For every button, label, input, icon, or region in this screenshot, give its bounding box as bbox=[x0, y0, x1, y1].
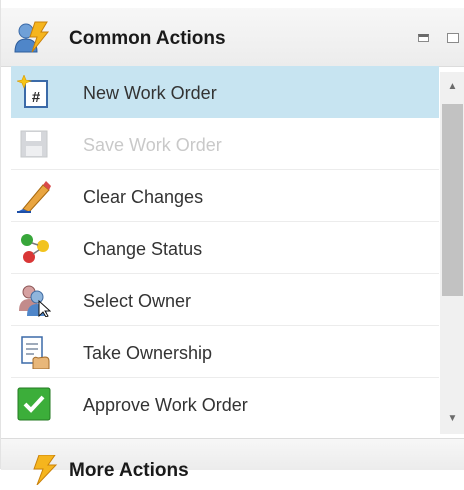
action-label: Approve Work Order bbox=[83, 395, 248, 415]
maximize-icon[interactable] bbox=[447, 33, 459, 43]
users-cursor-icon bbox=[17, 283, 52, 318]
action-label: Change Status bbox=[83, 239, 203, 259]
action-take-ownership[interactable]: Take Ownership bbox=[11, 326, 439, 378]
action-change-status[interactable]: Change Status bbox=[11, 222, 439, 274]
action-label: Take Ownership bbox=[83, 343, 213, 363]
action-label: New Work Order bbox=[83, 83, 217, 103]
new-document-star-icon: # bbox=[15, 74, 51, 109]
minimize-icon[interactable] bbox=[418, 34, 429, 42]
action-select-owner[interactable]: Select Owner bbox=[11, 274, 439, 326]
panel-title: Common Actions bbox=[69, 28, 226, 49]
people-lightning-icon bbox=[13, 20, 51, 56]
action-save-work-order[interactable]: Save Work Order bbox=[11, 118, 439, 170]
action-label: Clear Changes bbox=[83, 187, 204, 207]
scroll-down-button[interactable]: ▼ bbox=[440, 406, 464, 432]
panel-header[interactable]: Common Actions bbox=[1, 8, 464, 67]
action-clear-changes[interactable]: Clear Changes bbox=[11, 170, 439, 222]
action-label: Save Work Order bbox=[83, 135, 222, 155]
action-label: Select Owner bbox=[83, 291, 192, 311]
eraser-pencil-icon bbox=[17, 179, 51, 213]
action-list: # New Work Order Save Work Order Clear C… bbox=[11, 66, 439, 438]
floppy-disk-icon bbox=[17, 127, 51, 161]
scroll-thumb[interactable] bbox=[442, 104, 463, 296]
svg-text:#: # bbox=[32, 89, 41, 106]
action-approve-work-order[interactable]: Approve Work Order bbox=[11, 378, 439, 430]
scrollbar[interactable]: ▲ ▼ bbox=[440, 72, 464, 434]
common-actions-panel: Common Actions # New Work Order Save Wor… bbox=[0, 0, 464, 486]
lightning-icon bbox=[29, 454, 63, 486]
action-new-work-order[interactable]: # New Work Order bbox=[11, 66, 439, 118]
document-hand-icon bbox=[17, 335, 51, 370]
scroll-up-button[interactable]: ▲ bbox=[440, 74, 464, 100]
more-actions-header[interactable]: More Actions bbox=[1, 438, 464, 486]
more-actions-title: More Actions bbox=[69, 460, 189, 481]
status-balls-icon bbox=[17, 231, 51, 265]
green-checkmark-icon bbox=[17, 387, 51, 421]
